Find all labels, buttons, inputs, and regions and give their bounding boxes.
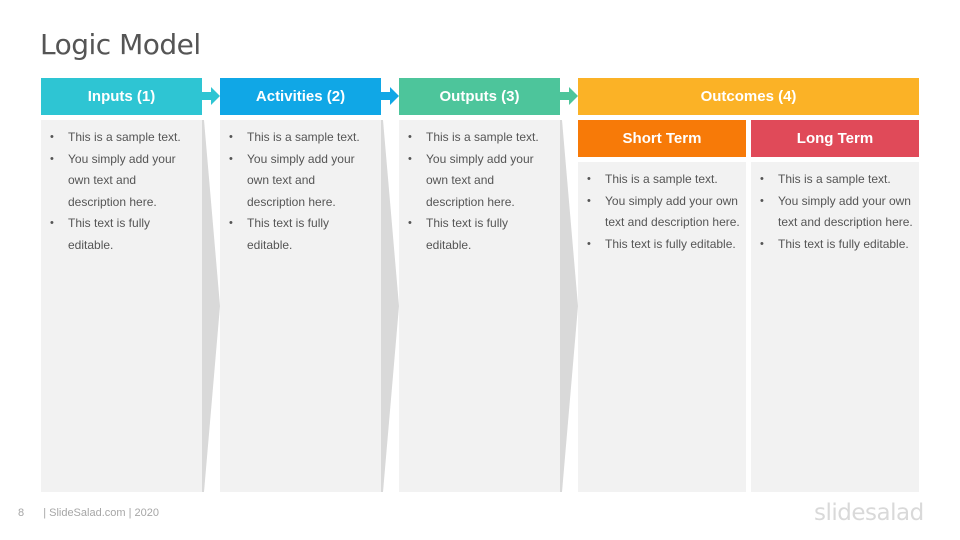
page-number: 8 bbox=[18, 507, 25, 519]
bullet-list-long-term: This is a sample text. You simply add yo… bbox=[759, 169, 913, 255]
list-item: This text is fully editable. bbox=[49, 213, 196, 256]
bullet-list-outputs: This is a sample text. You simply add yo… bbox=[407, 127, 554, 256]
header-inputs-label: Inputs (1) bbox=[87, 88, 156, 105]
header-outputs: Outputs (3) bbox=[399, 78, 560, 115]
panel-short-term: This is a sample text. You simply add yo… bbox=[578, 162, 746, 492]
bullet-list-short-term: This is a sample text. You simply add yo… bbox=[586, 169, 740, 255]
panel-outputs: This is a sample text. You simply add yo… bbox=[399, 120, 560, 492]
footer: 8 | SlideSalad.com | 2020 bbox=[18, 507, 159, 519]
list-item: This text is fully editable. bbox=[759, 234, 913, 256]
bullet-list-inputs: This is a sample text. You simply add yo… bbox=[49, 127, 196, 256]
chevron-shape bbox=[381, 120, 399, 492]
header-activities: Activities (2) bbox=[220, 78, 381, 115]
chevron-shape bbox=[560, 120, 578, 492]
footer-credit: | SlideSalad.com | 2020 bbox=[43, 507, 159, 519]
panel-activities: This is a sample text. You simply add yo… bbox=[220, 120, 381, 492]
subheader-long-term: Long Term bbox=[751, 120, 919, 157]
panel-long-term: This is a sample text. You simply add yo… bbox=[751, 162, 919, 492]
arrow-right-icon bbox=[381, 87, 399, 105]
panel-inputs: This is a sample text. You simply add yo… bbox=[41, 120, 202, 492]
list-item: This is a sample text. bbox=[759, 169, 913, 191]
list-item: This is a sample text. bbox=[407, 127, 554, 149]
chevron-shape bbox=[202, 120, 220, 492]
header-activities-label: Activities (2) bbox=[255, 88, 346, 105]
page-title: Logic Model bbox=[40, 28, 201, 61]
list-item: This text is fully editable. bbox=[228, 213, 375, 256]
list-item: You simply add your own text and descrip… bbox=[759, 191, 913, 234]
list-item: You simply add your own text and descrip… bbox=[49, 149, 196, 214]
list-item: This text is fully editable. bbox=[407, 213, 554, 256]
subheader-short-term: Short Term bbox=[578, 120, 746, 157]
list-item: This text is fully editable. bbox=[586, 234, 740, 256]
bullet-list-activities: This is a sample text. You simply add yo… bbox=[228, 127, 375, 256]
list-item: You simply add your own text and descrip… bbox=[586, 191, 740, 234]
list-item: You simply add your own text and descrip… bbox=[228, 149, 375, 214]
list-item: This is a sample text. bbox=[586, 169, 740, 191]
subheader-long-term-label: Long Term bbox=[796, 130, 874, 147]
list-item: This is a sample text. bbox=[49, 127, 196, 149]
header-outcomes: Outcomes (4) bbox=[578, 78, 919, 115]
arrow-right-icon bbox=[202, 87, 220, 105]
header-outputs-label: Outputs (3) bbox=[439, 88, 520, 105]
brand-logo: slidesalad bbox=[814, 500, 924, 526]
arrow-right-icon bbox=[560, 87, 578, 105]
header-outcomes-label: Outcomes (4) bbox=[700, 88, 797, 105]
header-inputs: Inputs (1) bbox=[41, 78, 202, 115]
list-item: You simply add your own text and descrip… bbox=[407, 149, 554, 214]
subheader-short-term-label: Short Term bbox=[622, 130, 702, 147]
list-item: This is a sample text. bbox=[228, 127, 375, 149]
